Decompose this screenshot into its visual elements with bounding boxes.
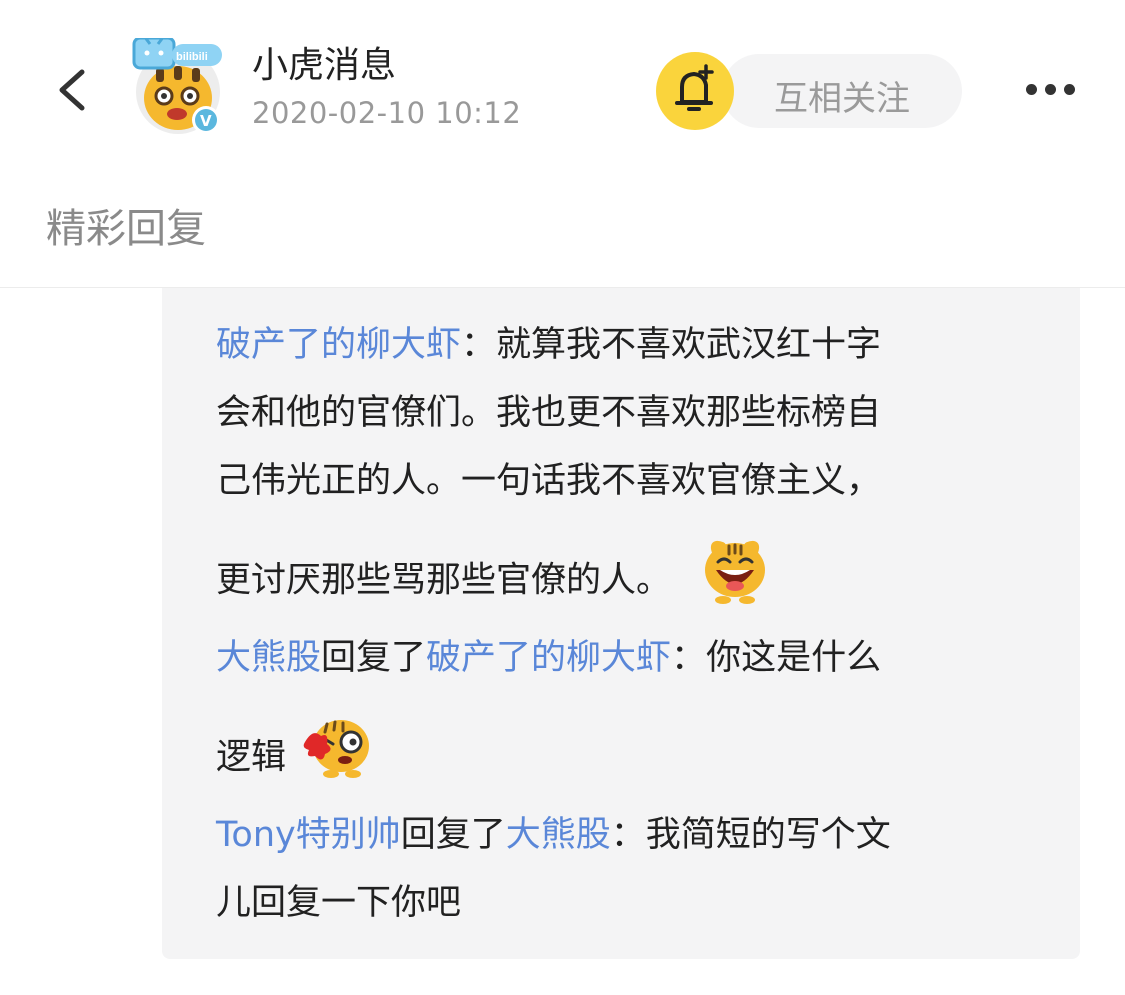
follow-status-button[interactable]: 互相关注	[722, 54, 962, 128]
follow-status-label: 互相关注	[774, 79, 910, 119]
reply-author-link[interactable]: 大熊股	[216, 638, 321, 678]
reply-item[interactable]: Tony特别帅回复了大熊股：我简短的写个文 儿回复一下你吧	[216, 801, 1036, 937]
reply-separator: ：	[610, 815, 646, 855]
reply-item[interactable]: 破产了的柳大虾：就算我不喜欢武汉红十字 会和他的官僚们。我也更不喜欢那些标榜自 …	[216, 311, 1036, 515]
reply-author-link[interactable]: 破产了的柳大虾	[216, 325, 461, 365]
verified-badge: V	[200, 112, 212, 130]
reply-action: 回复了	[321, 638, 427, 678]
reply-target-link[interactable]: 破产了的柳大虾	[426, 638, 671, 678]
reply-text-line: 更讨厌那些骂那些官僚的人。	[216, 560, 672, 601]
reply-text-line: 就算我不喜欢武汉红十字	[496, 325, 882, 365]
reply-line-with-emoji: 逻辑	[216, 714, 1036, 803]
laughing-tiger-emoji	[702, 536, 768, 627]
page-title: 小虎消息	[252, 45, 397, 86]
bleeding-tiger-emoji	[301, 714, 373, 803]
reply-separator: ：	[671, 638, 707, 678]
post-timestamp: 2020-02-10 10:12	[252, 96, 522, 130]
reply-action: 回复了	[400, 815, 506, 855]
avatar[interactable]: bilibili V	[132, 35, 224, 134]
post-header: bilibili V 小虎消息 2020-02-10 10:12 互相关注	[0, 0, 1125, 180]
back-button[interactable]	[48, 60, 96, 120]
notification-button[interactable]	[656, 52, 734, 130]
reply-text-line: 己伟光正的人。一句话我不喜欢官僚主义，	[216, 461, 882, 501]
chevron-left-icon	[59, 69, 85, 111]
reply-text-line: 逻辑	[216, 737, 287, 778]
bilibili-logo: bilibili	[176, 51, 208, 63]
reply-target-link[interactable]: 大熊股	[506, 815, 611, 855]
reply-text-line: 你这是什么	[706, 638, 882, 678]
more-options-button[interactable]	[1018, 74, 1082, 106]
reply-author-link[interactable]: Tony特别帅	[216, 815, 401, 855]
replies-panel: 破产了的柳大虾：就算我不喜欢武汉红十字 会和他的官僚们。我也更不喜欢那些标榜自 …	[162, 288, 1080, 959]
reply-text-line: 我简短的写个文	[645, 815, 891, 855]
reply-text-line: 儿回复一下你吧	[216, 883, 462, 923]
reply-item[interactable]: 大熊股回复了破产了的柳大虾：你这是什么	[216, 624, 1036, 692]
bell-plus-icon	[675, 64, 714, 111]
reply-separator: ：	[461, 325, 497, 365]
reply-line-with-emoji: 更讨厌那些骂那些官僚的人。	[216, 536, 1036, 627]
section-title: 精彩回复	[46, 206, 206, 252]
reply-text-line: 会和他的官僚们。我也更不喜欢那些标榜自	[216, 393, 882, 433]
